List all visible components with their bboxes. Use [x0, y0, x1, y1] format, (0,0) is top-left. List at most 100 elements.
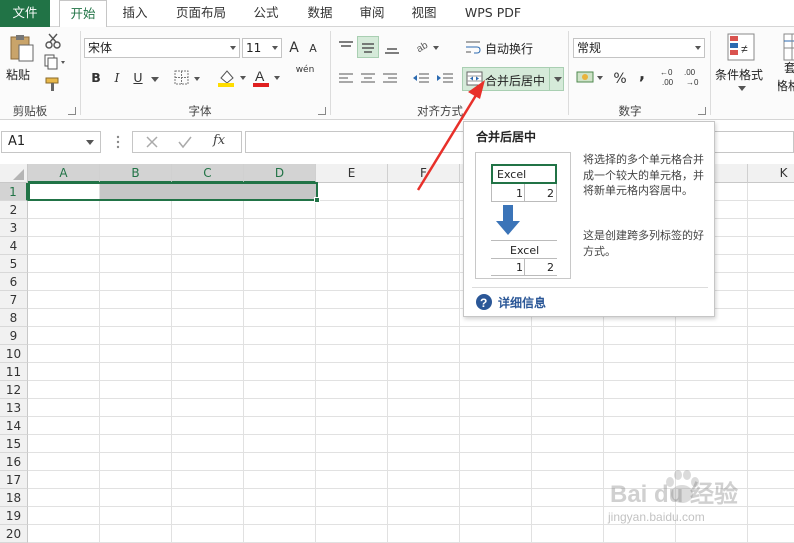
conditional-formatting-button[interactable]: ≠ 条件格式 [714, 31, 770, 97]
column-header-e[interactable]: E [316, 164, 388, 183]
increase-decimal-icon[interactable]: ←0.00 [660, 67, 682, 87]
font-size-value: 11 [246, 41, 262, 55]
tab-page-layout[interactable]: 页面布局 [168, 0, 234, 27]
font-launcher-icon[interactable] [318, 107, 326, 115]
active-cell[interactable] [28, 182, 318, 201]
row-header-16[interactable]: 16 [0, 453, 28, 471]
column-header-b[interactable]: B [100, 164, 172, 183]
phonetic-guide-button[interactable]: wén [294, 65, 316, 75]
tab-formulas[interactable]: 公式 [244, 0, 288, 27]
align-left-icon[interactable] [338, 72, 354, 86]
underline-button[interactable]: U [130, 69, 146, 87]
font-name-select[interactable]: 宋体 [84, 38, 240, 58]
illustration-cell: 2 [547, 261, 554, 274]
row-header-4[interactable]: 4 [0, 237, 28, 255]
format-as-table-button[interactable]: 套用 表格格 [778, 31, 794, 97]
select-all-corner[interactable] [0, 164, 28, 183]
tab-review[interactable]: 审阅 [350, 0, 394, 27]
tab-data[interactable]: 数据 [298, 0, 342, 27]
illustration-merged-text: Excel [497, 168, 527, 181]
cut-icon[interactable] [44, 32, 62, 50]
row-header-15[interactable]: 15 [0, 435, 28, 453]
merge-center-button[interactable]: 合并后居中 [462, 67, 564, 91]
grid-row-line [28, 398, 794, 399]
orientation-icon[interactable]: ab [414, 38, 442, 56]
row-header-13[interactable]: 13 [0, 399, 28, 417]
column-header-c[interactable]: C [172, 164, 244, 183]
italic-button[interactable]: I [110, 69, 124, 87]
format-painter-icon[interactable] [44, 76, 62, 92]
decrease-decimal-icon[interactable]: .00→0 [684, 67, 706, 87]
font-decrease-button[interactable]: A [306, 40, 320, 58]
decrease-indent-icon[interactable] [412, 72, 430, 86]
grid-column-line [243, 183, 244, 543]
column-header-a[interactable]: A [28, 164, 100, 183]
row-header-2[interactable]: 2 [0, 201, 28, 219]
insert-function-button[interactable]: fx [213, 133, 225, 148]
number-launcher-icon[interactable] [698, 107, 706, 115]
row-header-3[interactable]: 3 [0, 219, 28, 237]
tab-view[interactable]: 视图 [402, 0, 446, 27]
tooltip-more-info-link[interactable]: 详细信息 [498, 294, 546, 311]
column-header-d[interactable]: D [244, 164, 316, 183]
grid-column-line [387, 183, 388, 543]
format-as-table-label-2: 表格格 [778, 79, 794, 93]
row-header-8[interactable]: 8 [0, 309, 28, 327]
column-header-k[interactable]: K [748, 164, 794, 183]
row-header-9[interactable]: 9 [0, 327, 28, 345]
row-header-1[interactable]: 1 [0, 183, 28, 201]
comma-style-button[interactable]: , [634, 65, 650, 83]
more-options-icon[interactable] [115, 135, 121, 149]
help-icon[interactable]: ? [475, 293, 493, 311]
svg-text:.00: .00 [684, 68, 696, 77]
column-header-f[interactable]: F [388, 164, 460, 183]
grid-row-line [28, 326, 794, 327]
watermark-url: jingyan.baidu.com [608, 510, 705, 524]
increase-indent-icon[interactable] [436, 72, 454, 86]
font-size-select[interactable]: 11 [242, 38, 282, 58]
copy-icon[interactable] [43, 54, 67, 70]
tab-wps-pdf[interactable]: WPS PDF [456, 0, 530, 27]
align-center-icon[interactable] [360, 72, 376, 86]
illustration-cell: 2 [547, 187, 554, 200]
accounting-format-icon[interactable] [576, 69, 606, 87]
percent-button[interactable]: % [612, 70, 628, 88]
row-header-19[interactable]: 19 [0, 507, 28, 525]
align-top-icon[interactable] [338, 40, 354, 54]
row-header-17[interactable]: 17 [0, 471, 28, 489]
align-right-icon[interactable] [382, 72, 398, 86]
tab-file[interactable]: 文件 [0, 0, 50, 27]
fill-handle[interactable] [314, 197, 320, 203]
align-bottom-icon[interactable] [384, 40, 400, 56]
dropdown-icon[interactable] [151, 77, 159, 83]
row-header-7[interactable]: 7 [0, 291, 28, 309]
row-header-20[interactable]: 20 [0, 525, 28, 543]
row-header-12[interactable]: 12 [0, 381, 28, 399]
bold-button[interactable]: B [88, 69, 104, 87]
svg-text:A: A [255, 68, 265, 84]
tooltip-description: 将选择的多个单元格合并成一个较大的单元格，并将新单元格内容居中。 [583, 153, 704, 197]
grid-row-line [28, 416, 794, 417]
row-header-10[interactable]: 10 [0, 345, 28, 363]
fill-color-icon[interactable] [216, 68, 250, 88]
name-box-value: A1 [8, 134, 26, 149]
cancel-icon[interactable] [145, 135, 159, 149]
enter-icon[interactable] [177, 135, 193, 149]
merge-dropdown-icon[interactable] [554, 77, 562, 83]
font-increase-button[interactable]: A [286, 39, 302, 57]
tab-home[interactable]: 开始 [59, 0, 107, 28]
font-color-icon[interactable]: A [252, 68, 286, 88]
row-header-6[interactable]: 6 [0, 273, 28, 291]
number-format-select[interactable]: 常规 [573, 38, 705, 58]
row-header-11[interactable]: 11 [0, 363, 28, 381]
clipboard-launcher-icon[interactable] [68, 107, 76, 115]
row-header-18[interactable]: 18 [0, 489, 28, 507]
wrap-text-button[interactable]: 自动换行 [463, 37, 559, 57]
row-header-14[interactable]: 14 [0, 417, 28, 435]
row-header-5[interactable]: 5 [0, 255, 28, 273]
align-middle-button[interactable] [357, 36, 379, 58]
name-box[interactable]: A1 [1, 131, 101, 153]
tab-insert[interactable]: 插入 [113, 0, 157, 27]
paste-button[interactable]: 粘贴 [4, 33, 38, 91]
borders-icon[interactable] [174, 70, 202, 88]
